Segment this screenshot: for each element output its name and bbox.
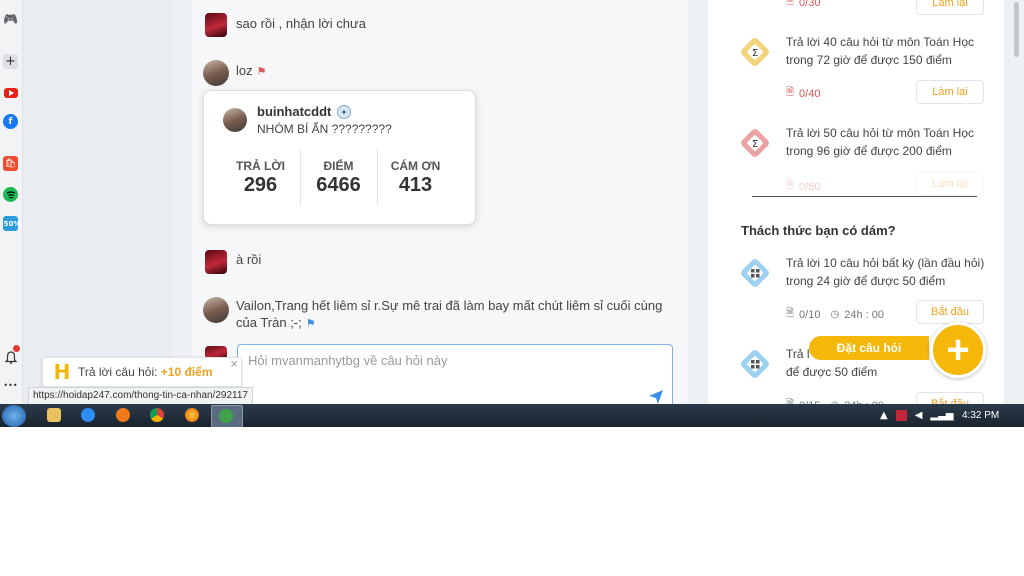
ask-question-button[interactable]: + [930, 322, 986, 378]
challenge-description: Trả lời 10 câu hỏi bất kỳ (lần đầu hỏi) … [786, 256, 985, 288]
chat-message: à rồi [205, 250, 261, 274]
challenge-description: Trả lời 50 câu hỏi từ môn Toán Học trong… [786, 126, 974, 158]
math-task-icon: Σ [741, 38, 769, 66]
message-text: à rồi [236, 252, 262, 267]
sale-icon[interactable]: -50% [1, 216, 20, 231]
retry-button[interactable]: Làm lại [916, 0, 984, 15]
challenge-description: Trả lời 40 câu hỏi từ môn Toán Học trong… [786, 35, 974, 67]
question-input[interactable]: Hỏi mvanmanhytbg về câu hỏi này [237, 344, 673, 408]
firefox-icon[interactable] [185, 408, 199, 422]
task-progress: 🗎 0/30 [786, 0, 820, 11]
chrome-icon[interactable] [150, 408, 164, 422]
start-button[interactable] [2, 405, 26, 427]
challenge-item: Σ Trả lời 50 câu hỏi từ môn Toán Học tro… [736, 124, 996, 196]
document-icon: 🗎 [786, 0, 795, 7]
system-tray: ▲ ◀ ▂▃▅ [880, 404, 953, 427]
profile-hover-card: buinhatcddt ✦ NHÓM BÍ ẨN ????????? TRẢ L… [203, 90, 476, 225]
task-progress: 🗎 0/40 [786, 85, 820, 102]
retry-button[interactable]: Làm lại [916, 80, 984, 104]
youtube-icon[interactable] [3, 85, 18, 100]
task-progress: 🗎 0/50 [786, 178, 820, 195]
toast-points: +10 điểm [160, 365, 213, 379]
antivirus-icon[interactable] [895, 410, 907, 421]
volume-icon[interactable]: ◀ [915, 410, 923, 421]
grid-task-icon [741, 350, 769, 378]
zoom-icon[interactable] [81, 408, 95, 422]
reward-toast[interactable]: H Trả lời câu hỏi: +10 điểm × [42, 356, 242, 387]
scrollbar-track[interactable] [1013, 0, 1020, 404]
retry-button[interactable]: Làm lại [916, 172, 984, 196]
document-icon: 🗎 [786, 180, 795, 191]
link-status-bar: https://hoidap247.com/thong-tin-ca-nhan/… [28, 387, 253, 405]
document-icon: 🗎 [786, 308, 795, 319]
hoidap-logo-icon: H [53, 360, 71, 384]
toast-message: Trả lời câu hỏi: +10 điểm [78, 365, 213, 379]
stat-label: TRẢ LỜI [236, 159, 285, 173]
avatar[interactable] [203, 60, 229, 86]
message-text: loz ⚑ [236, 62, 267, 81]
user-rank-title: NHÓM BÍ ẨN ????????? [257, 122, 392, 136]
chat-message: loz ⚑ [203, 60, 267, 86]
math-task-icon: Σ [741, 129, 769, 157]
grid-task-icon [741, 259, 769, 287]
taskbar-clock[interactable]: 4:32 PM [962, 410, 999, 421]
report-flag-icon[interactable]: ⚑ [306, 318, 316, 330]
challenge-text-line2: để được 50 điểm [786, 365, 878, 379]
start-button[interactable]: Bắt đầu [916, 300, 984, 324]
browser-sidebar: 🎮 + f 🛍 -50% ••• [0, 0, 23, 404]
tray-expand-icon[interactable]: ▲ [880, 410, 888, 421]
dare-item: Trả lời 10 câu hỏi bất kỳ (lần đầu hỏi) … [736, 254, 996, 324]
screen: 🎮 + f 🛍 -50% ••• sao rồi , nhận lời chưa… [0, 0, 1024, 427]
svg-text:Σ: Σ [752, 48, 758, 59]
document-icon: 🗎 [786, 87, 795, 98]
avatar[interactable] [223, 108, 247, 132]
page-left-gutter [23, 0, 173, 404]
section-title: Thách thức bạn có dám? [741, 223, 896, 238]
ask-question-label[interactable]: Đặt câu hỏi [809, 336, 929, 360]
facebook-icon[interactable]: f [3, 114, 18, 129]
signal-icon[interactable]: ▂▃▅ [930, 410, 953, 421]
avatar[interactable] [205, 250, 227, 274]
message-text: Vailon,Trang hết liêm sỉ r.Sự mê trai đã… [236, 297, 666, 333]
svg-text:Σ: Σ [752, 139, 758, 150]
stat-label: ĐIỂM [323, 159, 354, 173]
stat-thanks: CÁM ƠN 413 [377, 159, 454, 197]
spotify-icon[interactable] [3, 187, 18, 202]
send-icon[interactable] [648, 389, 664, 405]
shop-icon[interactable]: 🛍 [3, 156, 18, 171]
coccoc-icon[interactable] [219, 409, 233, 423]
username[interactable]: buinhatcddt [257, 104, 331, 119]
challenge-text-start: Trả l [786, 347, 810, 361]
close-icon[interactable]: × [230, 356, 238, 371]
report-flag-icon[interactable]: ⚑ [257, 66, 267, 78]
chat-message: sao rồi , nhận lời chưa [205, 13, 366, 37]
notification-dot [13, 345, 20, 352]
stat-value: 6466 [316, 174, 361, 196]
bell-icon[interactable] [3, 345, 20, 365]
question-input-placeholder: Hỏi mvanmanhytbg về câu hỏi này [248, 353, 448, 368]
more-icon[interactable]: ••• [3, 378, 18, 393]
challenge-item: Σ Trả lời 40 câu hỏi từ môn Toán Học tro… [736, 33, 996, 104]
chat-message: Vailon,Trang hết liêm sỉ r.Sự mê trai đã… [203, 297, 673, 333]
stat-value: 413 [398, 174, 433, 196]
file-explorer-icon[interactable] [47, 408, 61, 422]
task-progress: 🗎 0/10 ◷ 24h : 00 [786, 306, 884, 323]
scrollbar-thumb[interactable] [1014, 2, 1019, 57]
stat-points: ĐIỂM 6466 [300, 159, 377, 197]
rank-badge-icon: ✦ [337, 105, 351, 119]
plus-icon[interactable]: + [3, 54, 18, 69]
stat-label: CÁM ƠN [390, 159, 441, 173]
message-text: sao rồi , nhận lời chưa [236, 16, 366, 31]
gamepad-icon[interactable]: 🎮 [3, 11, 18, 26]
clock-icon: ◷ [830, 309, 840, 320]
media-player-icon[interactable] [116, 408, 130, 422]
message-body: Vailon,Trang hết liêm sỉ r.Sự mê trai đã… [236, 298, 663, 330]
section-divider [752, 196, 977, 197]
avatar[interactable] [203, 297, 229, 323]
message-body: loz [236, 63, 253, 78]
stat-answers: TRẢ LỜI 296 [222, 159, 299, 197]
avatar[interactable] [205, 13, 227, 37]
stat-value: 296 [243, 174, 278, 196]
